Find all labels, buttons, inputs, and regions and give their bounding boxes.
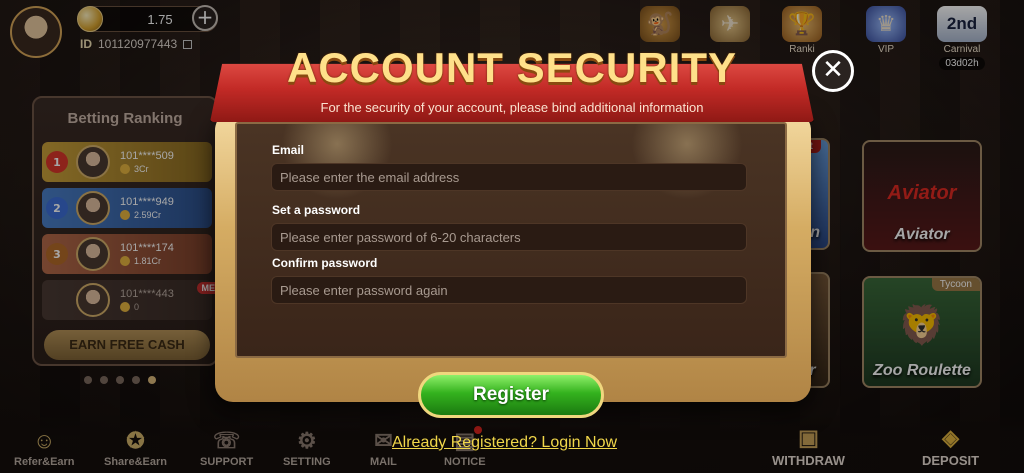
email-label: Email	[272, 143, 305, 157]
modal-title: ACCOUNT SECURITY	[286, 44, 737, 91]
login-link[interactable]: Already Registered? Login Now	[392, 434, 617, 452]
password-field[interactable]	[271, 223, 747, 251]
password-label: Set a password	[272, 203, 361, 217]
modal-subtitle: For the security of your account, please…	[320, 100, 704, 115]
register-button[interactable]: Register	[418, 372, 604, 418]
confirm-password-field[interactable]	[271, 276, 747, 304]
confirm-password-label: Confirm password	[272, 256, 378, 270]
email-field[interactable]	[271, 163, 747, 191]
close-button[interactable]: ✕	[812, 50, 854, 92]
